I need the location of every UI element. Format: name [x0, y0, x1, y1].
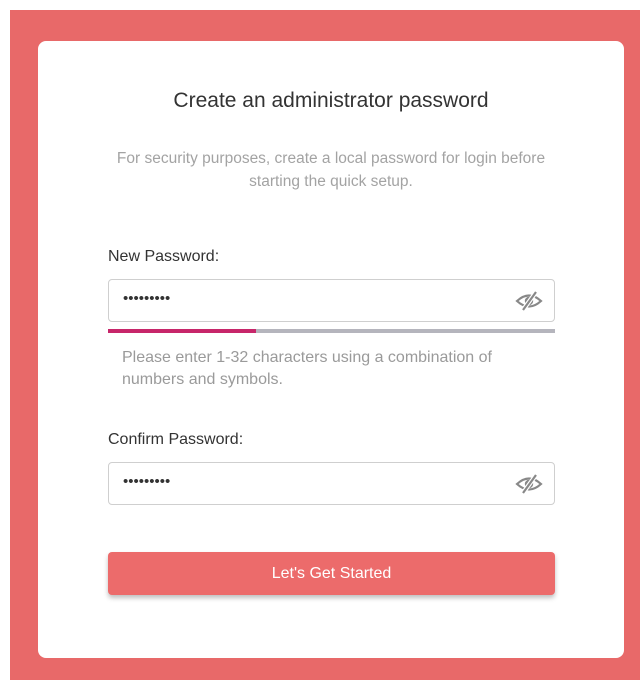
confirm-password-field[interactable]: •••••••••: [108, 462, 555, 505]
password-strength-fill: [108, 329, 256, 333]
get-started-button[interactable]: Let's Get Started: [108, 552, 555, 595]
new-password-label: New Password:: [108, 248, 220, 265]
new-password-value: •••••••••: [123, 290, 171, 307]
dialog-subtitle: For security purposes, create a local pa…: [116, 150, 546, 190]
dialog-title: Create an administrator password: [173, 89, 489, 112]
confirm-password-label: Confirm Password:: [108, 431, 244, 448]
new-password-field[interactable]: •••••••••: [108, 279, 555, 322]
password-strength-meter: [108, 329, 555, 333]
password-hint: Please enter 1-32 characters using a com…: [122, 349, 492, 388]
eye-slash-icon[interactable]: [515, 473, 543, 495]
confirm-password-value: •••••••••: [123, 473, 171, 490]
eye-slash-icon[interactable]: [515, 290, 543, 312]
setup-dialog: Create an administrator password For sec…: [38, 41, 624, 658]
